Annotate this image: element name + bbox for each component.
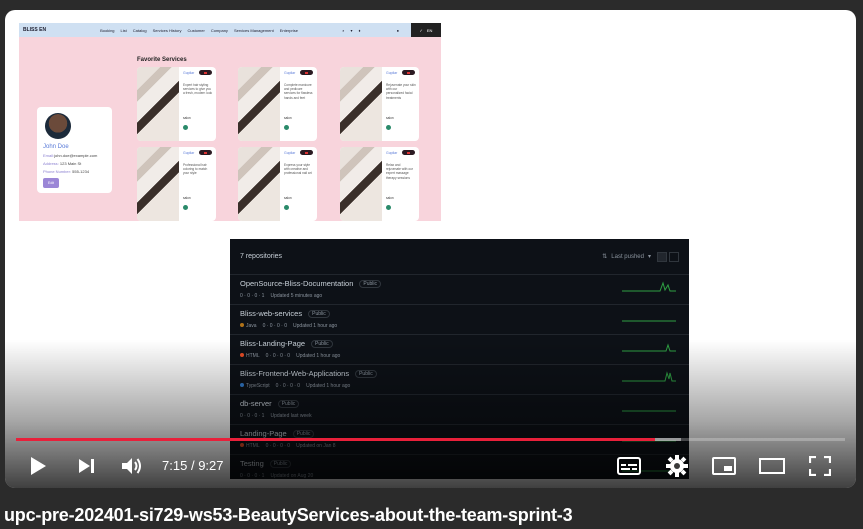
repositories-count: 7 repositories	[240, 253, 283, 260]
avatar	[45, 113, 71, 139]
video-title[interactable]: upc-pre-202401-si729-ws53-BeautyServices…	[4, 505, 573, 526]
subtitles-button[interactable]	[616, 454, 642, 478]
favorite-pill	[300, 70, 313, 75]
duration: 9:27	[198, 458, 224, 473]
cart-icon: ▾	[350, 27, 353, 33]
list-view-icon	[657, 251, 667, 262]
profile-name: John Doe	[43, 144, 69, 150]
repository-row: Bliss-web-services Public Java 0 · 0 · 0…	[230, 305, 689, 335]
service-image	[340, 67, 382, 141]
video-area[interactable]: BLISS EN Booking List Catalog Services H…	[5, 10, 856, 488]
site-nav-link: List	[120, 27, 127, 33]
service-image	[137, 147, 179, 221]
profile-phone-line: Phone Number: 555-1234	[43, 169, 90, 174]
site-nav-link: Catalog	[132, 27, 147, 33]
status-dot	[183, 125, 188, 130]
bell-icon: ♦	[358, 27, 361, 33]
service-image	[137, 67, 179, 141]
user-icon: ●	[396, 27, 399, 33]
site-nav-links: Booking List Catalog Services History Cu…	[100, 28, 298, 33]
favorites-title: Favorite Services	[137, 57, 187, 63]
service-image	[340, 147, 382, 221]
settings-button[interactable]	[664, 454, 690, 478]
service-card: Gupilar Expert hair styling services to …	[137, 67, 216, 141]
site-nav-link: Booking	[100, 27, 115, 33]
play-icon	[31, 457, 46, 475]
played-bar	[16, 438, 656, 441]
website-preview: BLISS EN Booking List Catalog Services H…	[19, 23, 441, 221]
repository-stats: 0 · 0 · 0 · 0	[262, 323, 288, 329]
service-card: Gupilar Relax and rejuvenate with our ex…	[340, 147, 419, 221]
repository-updated: Updated 1 hour ago	[293, 323, 338, 329]
repository-row: OpenSource-Bliss-Documentation Public 0 …	[230, 275, 689, 305]
site-nav-link: Enterprise	[279, 27, 298, 33]
theater-icon	[759, 458, 785, 474]
volume-icon	[122, 458, 141, 474]
sort-dropdown: ⇅ Last pushed ▾	[602, 253, 651, 261]
subtitles-icon	[617, 457, 641, 475]
repository-stats: 0 · 0 · 0 · 1	[240, 293, 265, 299]
favorite-pill	[300, 150, 313, 155]
service-card: Gupilar Professional hair coloring to ma…	[137, 147, 216, 221]
progress-bar[interactable]	[16, 438, 845, 441]
youtube-player-frame: BLISS EN Booking List Catalog Services H…	[0, 0, 863, 529]
language-toggle: ✓ EN	[411, 23, 441, 37]
next-button[interactable]	[73, 454, 99, 478]
check-icon: ✓	[419, 27, 423, 33]
miniplayer-button[interactable]	[711, 454, 737, 478]
service-image	[238, 67, 280, 141]
site-nav-link: Customer	[187, 27, 205, 33]
profile-email-line: Email:john.doe@example.com	[43, 153, 98, 158]
favorite-pill	[402, 150, 415, 155]
service-card: Gupilar Express your style with creative…	[238, 147, 317, 221]
fullscreen-icon	[809, 456, 831, 476]
repositories-header: 7 repositories ⇅ Last pushed ▾	[230, 239, 689, 275]
miniplayer-icon	[712, 457, 736, 475]
service-image	[238, 147, 280, 221]
language-color-dot	[240, 323, 244, 327]
gear-icon	[666, 455, 688, 477]
site-nav-icons: ⌕ ▾ ♦ ● ✓ EN	[342, 23, 441, 37]
site-navbar: BLISS EN Booking List Catalog Services H…	[19, 23, 441, 37]
repository-updated: Updated 5 minutes ago	[270, 293, 323, 299]
site-brand: BLISS EN	[23, 27, 47, 33]
activity-sparkline	[622, 320, 676, 322]
grid-view-icon	[669, 251, 679, 262]
favorite-pill	[199, 150, 212, 155]
status-dot	[386, 205, 391, 210]
service-card: Gupilar Rejuvenate your skin with our pe…	[340, 67, 419, 141]
status-dot	[386, 125, 391, 130]
status-dot	[284, 205, 289, 210]
site-nav-link: Services History	[152, 27, 182, 33]
profile-address-line: Address: 123 Main St	[43, 161, 82, 166]
favorite-pill	[199, 70, 212, 75]
chevron-down-icon: ▾	[647, 254, 651, 260]
volume-button[interactable]	[119, 454, 145, 478]
service-card: Gupilar Complete manicure and pedicure s…	[238, 67, 317, 141]
visibility-badge: Public	[359, 279, 382, 288]
visibility-badge: Public	[308, 309, 330, 318]
search-icon: ⌕	[342, 27, 345, 33]
site-nav-link: Company	[210, 27, 228, 33]
status-dot	[183, 205, 188, 210]
profile-card: John Doe Email:john.doe@example.com Addr…	[37, 107, 112, 193]
sort-icon: ⇅	[602, 254, 608, 260]
player-controls: 7:15 / 9:27	[5, 450, 856, 482]
edit-profile-button: Edit	[43, 178, 59, 188]
favorite-pill	[402, 70, 415, 75]
status-dot	[284, 125, 289, 130]
current-time: 7:15	[162, 458, 188, 473]
language: Java	[240, 323, 257, 329]
repository-name: OpenSource-Bliss-Documentation	[240, 279, 354, 288]
activity-sparkline	[622, 281, 676, 292]
site-nav-link: Services Management	[233, 27, 274, 33]
theater-button[interactable]	[759, 454, 785, 478]
repository-name: Bliss-web-services	[240, 309, 303, 318]
fullscreen-button[interactable]	[807, 454, 833, 478]
play-button[interactable]	[25, 454, 51, 478]
next-icon	[79, 459, 94, 473]
time-display: 7:15 / 9:27	[162, 458, 224, 473]
